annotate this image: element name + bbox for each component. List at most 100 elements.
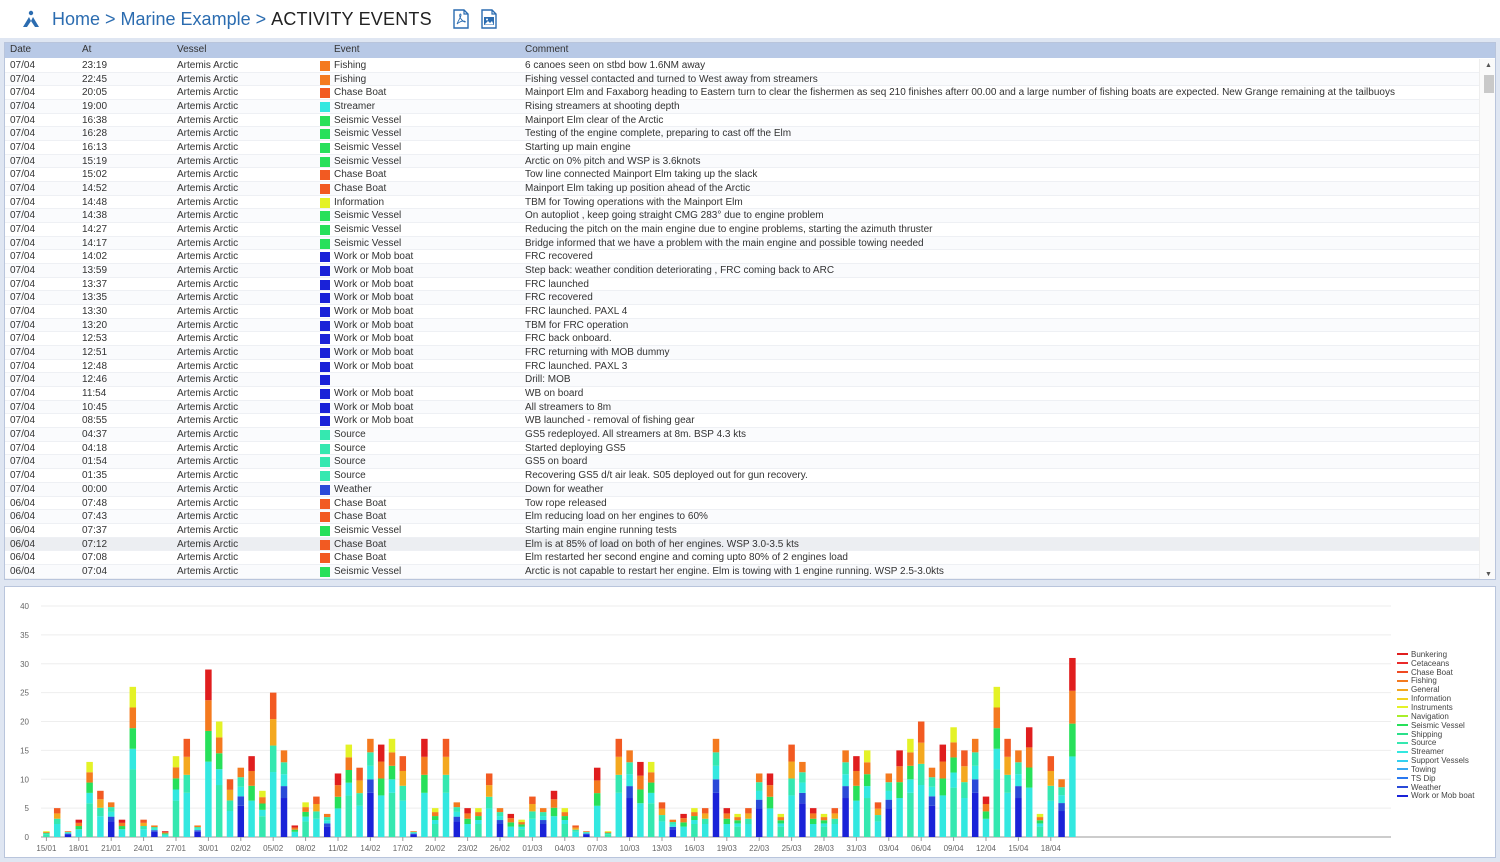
bar-stack[interactable] bbox=[593, 767, 601, 837]
bar-stack[interactable] bbox=[107, 802, 115, 837]
column-header-date[interactable]: Date bbox=[10, 44, 31, 55]
bar-stack[interactable] bbox=[809, 808, 817, 837]
bar-stack[interactable] bbox=[604, 831, 612, 837]
table-row[interactable]: 07/04 11:54 Artemis Arctic Work or Mob boat… bbox=[5, 387, 1479, 401]
column-header-at[interactable]: At bbox=[82, 44, 91, 55]
table-row[interactable]: 07/04 10:45 Artemis Arctic Work or Mob boat… bbox=[5, 400, 1479, 415]
bar-stack[interactable] bbox=[637, 761, 644, 837]
table-row[interactable]: 07/04 19:00 Artemis Arctic Streamer Rising s… bbox=[5, 100, 1479, 114]
table-row[interactable]: 07/04 00:00 Artemis Arctic Weather Down for … bbox=[5, 482, 1479, 497]
bar-stack[interactable] bbox=[788, 744, 795, 837]
bar-stack[interactable] bbox=[410, 831, 417, 837]
legend-item[interactable]: Work or Mob boat bbox=[1397, 791, 1495, 800]
bar-stack[interactable] bbox=[388, 738, 396, 837]
legend-item[interactable]: Support Vessels bbox=[1397, 756, 1495, 765]
bar-stack[interactable] bbox=[226, 779, 234, 837]
table-row[interactable]: 07/04 23:19 Artemis Arctic Fishing 6 canoes … bbox=[5, 59, 1479, 73]
table-row[interactable]: 07/04 12:51 Artemis Arctic Work or Mob boat… bbox=[5, 346, 1479, 360]
table-scrollbar[interactable]: ▲ ▼ bbox=[1479, 59, 1495, 579]
bar-stack[interactable] bbox=[140, 819, 147, 837]
table-row[interactable]: 07/04 16:38 Artemis Arctic Seismic Vessel Ma… bbox=[5, 114, 1479, 128]
bar-stack[interactable] bbox=[399, 756, 407, 837]
table-row[interactable]: 07/04 13:30 Artemis Arctic Work or Mob boat… bbox=[5, 305, 1479, 319]
bar-stack[interactable] bbox=[442, 738, 450, 837]
table-row[interactable]: 07/04 14:02 Artemis Arctic Work or Mob boat… bbox=[5, 250, 1479, 265]
table-row[interactable]: 07/04 13:37 Artemis Arctic Work or Mob boat… bbox=[5, 278, 1479, 292]
table-row[interactable]: 07/04 14:38 Artemis Arctic Seismic Vessel On… bbox=[5, 209, 1479, 224]
bar-stack[interactable] bbox=[334, 773, 342, 837]
bar-stack[interactable] bbox=[626, 750, 633, 837]
legend-item[interactable]: Fishing bbox=[1397, 676, 1495, 685]
table-row[interactable]: 07/04 12:48 Artemis Arctic Work or Mob boat… bbox=[5, 360, 1479, 374]
bar-stack[interactable] bbox=[345, 744, 353, 837]
legend-item[interactable]: Towing bbox=[1397, 765, 1495, 774]
image-export-icon[interactable] bbox=[480, 9, 498, 29]
bar-stack[interactable] bbox=[669, 819, 677, 837]
bar-stack[interactable] bbox=[766, 773, 774, 837]
bar-stack[interactable] bbox=[323, 813, 331, 837]
table-row[interactable]: 07/04 14:52 Artemis Arctic Chase Boat Mainpo… bbox=[5, 182, 1479, 196]
bar-stack[interactable] bbox=[712, 738, 720, 837]
scroll-thumb[interactable] bbox=[1484, 75, 1494, 93]
bar-stack[interactable] bbox=[701, 808, 709, 837]
bar-stack[interactable] bbox=[723, 808, 731, 837]
bar-stack[interactable] bbox=[259, 790, 266, 837]
table-row[interactable]: 07/04 01:35 Artemis Arctic Source Recovering… bbox=[5, 469, 1479, 483]
table-row[interactable]: 07/04 13:20 Artemis Arctic Work or Mob boat… bbox=[5, 318, 1479, 333]
bar-stack[interactable] bbox=[529, 796, 536, 837]
bar-stack[interactable] bbox=[885, 773, 893, 837]
bar-stack[interactable] bbox=[928, 767, 936, 837]
table-row[interactable]: 07/04 15:19 Artemis Arctic Seismic Vessel Ar… bbox=[5, 154, 1479, 169]
table-row[interactable]: 07/04 14:48 Artemis Arctic Information TBM f… bbox=[5, 196, 1479, 210]
legend-item[interactable]: Cetaceans bbox=[1397, 659, 1495, 668]
legend-item[interactable]: Shipping bbox=[1397, 730, 1495, 739]
bar-stack[interactable] bbox=[86, 761, 93, 837]
table-row[interactable]: 07/04 14:17 Artemis Arctic Seismic Vessel Br… bbox=[5, 236, 1479, 251]
bar-stack[interactable] bbox=[691, 808, 698, 837]
bar-stack[interactable] bbox=[367, 738, 374, 837]
bar-stack[interactable] bbox=[820, 813, 828, 837]
legend-item[interactable]: Seismic Vessel bbox=[1397, 721, 1495, 730]
bar-stack[interactable] bbox=[658, 802, 666, 837]
column-header-event[interactable]: Event bbox=[334, 44, 360, 55]
bar-stack[interactable] bbox=[950, 727, 957, 837]
bar-stack[interactable] bbox=[64, 831, 72, 837]
bar-stack[interactable] bbox=[475, 808, 482, 837]
bar-stack[interactable] bbox=[734, 813, 741, 837]
pdf-export-icon[interactable] bbox=[452, 9, 470, 29]
legend-item[interactable]: General bbox=[1397, 685, 1495, 694]
bar-stack[interactable] bbox=[993, 686, 1001, 837]
table-row[interactable]: 07/04 04:18 Artemis Arctic Source Started de… bbox=[5, 442, 1479, 456]
logo-icon[interactable] bbox=[20, 8, 42, 30]
bar-stack[interactable] bbox=[1015, 750, 1022, 837]
table-row[interactable]: 07/04 15:02 Artemis Arctic Chase Boat Tow li… bbox=[5, 168, 1479, 183]
bar-stack[interactable] bbox=[755, 773, 763, 837]
bar-stack[interactable] bbox=[907, 738, 914, 837]
table-row[interactable]: 06/04 07:08 Artemis Arctic Chase Boat Elm re… bbox=[5, 551, 1479, 565]
legend-item[interactable]: TS Dip bbox=[1397, 774, 1495, 783]
bar-stack[interactable] bbox=[863, 750, 871, 837]
legend-item[interactable]: Bunkering bbox=[1397, 650, 1495, 659]
bar-stack[interactable] bbox=[356, 767, 363, 837]
table-row[interactable]: 07/04 12:53 Artemis Arctic Work or Mob boat… bbox=[5, 332, 1479, 347]
bar-stack[interactable] bbox=[291, 825, 299, 837]
legend-item[interactable]: Weather bbox=[1397, 783, 1495, 792]
legend-item[interactable]: Navigation bbox=[1397, 712, 1495, 721]
legend-item[interactable]: Chase Boat bbox=[1397, 668, 1495, 677]
bar-stack[interactable] bbox=[1047, 756, 1055, 837]
bar-stack[interactable] bbox=[53, 808, 61, 837]
bar-stack[interactable] bbox=[421, 738, 428, 837]
bar-stack[interactable] bbox=[518, 819, 525, 837]
bar-stack[interactable] bbox=[572, 825, 579, 837]
bar-stack[interactable] bbox=[151, 825, 158, 837]
bar-stack[interactable] bbox=[939, 744, 947, 837]
bar-stack[interactable] bbox=[680, 813, 687, 837]
column-header-vessel[interactable]: Vessel bbox=[177, 44, 206, 55]
bar-stack[interactable] bbox=[172, 756, 180, 837]
bar-stack[interactable] bbox=[75, 819, 83, 837]
bar-stack[interactable] bbox=[237, 767, 245, 837]
legend-item[interactable]: Streamer bbox=[1397, 747, 1495, 756]
scroll-down-icon[interactable]: ▼ bbox=[1485, 571, 1492, 578]
bar-stack[interactable] bbox=[507, 813, 515, 837]
bar-stack[interactable] bbox=[205, 669, 212, 837]
